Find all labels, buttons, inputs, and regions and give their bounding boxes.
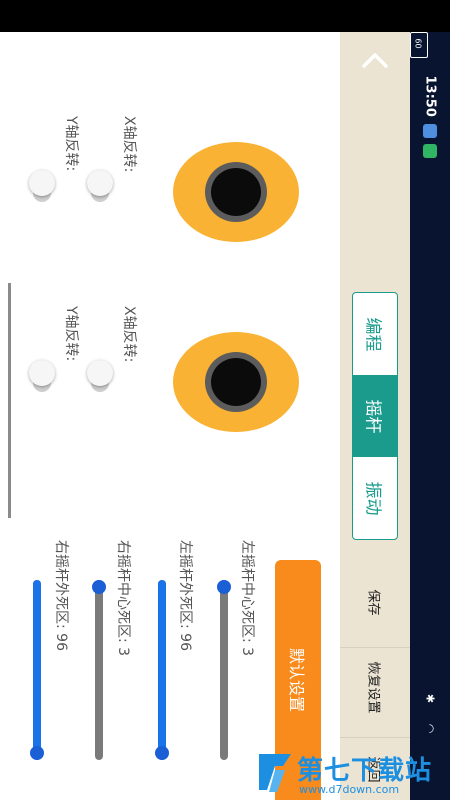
watermark-url: www.d7down.com: [299, 783, 400, 796]
tab-vibration[interactable]: 振动: [353, 457, 397, 539]
slider-handle[interactable]: [217, 580, 231, 594]
tab-vibration-label: 振动: [362, 481, 383, 515]
left-x-invert-toggle[interactable]: [87, 170, 113, 202]
slider-handle[interactable]: [30, 746, 44, 760]
left-center-deadzone-slider[interactable]: [216, 580, 232, 760]
left-y-invert-toggle[interactable]: [29, 170, 55, 202]
tab-joystick-label: 摇杆: [362, 399, 383, 433]
battery-icon: 60: [410, 32, 428, 58]
tab-joystick[interactable]: 摇杆: [353, 375, 397, 457]
restore-button-label: 恢复设置: [365, 661, 381, 714]
right-x-invert-label: X轴反转:: [121, 306, 137, 363]
chevron-up-icon: [362, 53, 388, 68]
battery-level: 60: [413, 38, 423, 49]
wifi-icon: ◠: [423, 723, 437, 734]
slider-handle[interactable]: [92, 580, 106, 594]
left-joystick-preview: [173, 142, 299, 242]
right-y-invert-label: Y轴反转:: [63, 306, 79, 362]
notification-app-icon-2: [423, 144, 437, 158]
mode-tabs: 编程 摇杆 振动: [352, 292, 398, 540]
notification-app-icon: [423, 124, 437, 138]
status-bar: 13:50 ✱ ◠ 60: [410, 32, 450, 800]
top-black-strip: [0, 0, 450, 32]
watermark-title: 第七下载站: [297, 756, 433, 786]
right-y-invert-toggle[interactable]: [29, 360, 55, 392]
collapse-button[interactable]: [355, 48, 395, 80]
right-joystick-knob: [211, 358, 261, 406]
slider-handle[interactable]: [155, 746, 169, 760]
tab-programming-label: 编程: [362, 317, 383, 351]
save-button[interactable]: 保存: [340, 567, 410, 637]
left-x-invert-label: X轴反转:: [121, 116, 137, 173]
left-y-invert-label: Y轴反转:: [63, 116, 79, 172]
left-outer-deadzone-slider[interactable]: [154, 580, 170, 760]
watermark: 第七下载站 www.d7down.com: [255, 748, 450, 800]
save-button-label: 保存: [365, 588, 381, 616]
left-joystick-knob: [211, 168, 261, 216]
right-center-deadzone-slider[interactable]: [91, 580, 107, 760]
status-time: 13:50: [422, 75, 438, 117]
default-settings-label: 默认设置: [287, 647, 307, 713]
right-outer-deadzone-slider[interactable]: [29, 580, 45, 760]
right-outer-deadzone-label: 右摇杆外死区: 96: [53, 540, 69, 651]
right-joystick-preview: [173, 332, 299, 432]
tab-programming[interactable]: 编程: [353, 293, 397, 375]
restore-settings-button[interactable]: 恢复设置: [340, 647, 410, 727]
scroll-indicator[interactable]: [8, 283, 11, 518]
sidebar: 编程 摇杆 振动 保存 恢复设置 返回: [340, 32, 410, 800]
watermark-logo-icon: [259, 754, 291, 792]
right-x-invert-toggle[interactable]: [87, 360, 113, 392]
